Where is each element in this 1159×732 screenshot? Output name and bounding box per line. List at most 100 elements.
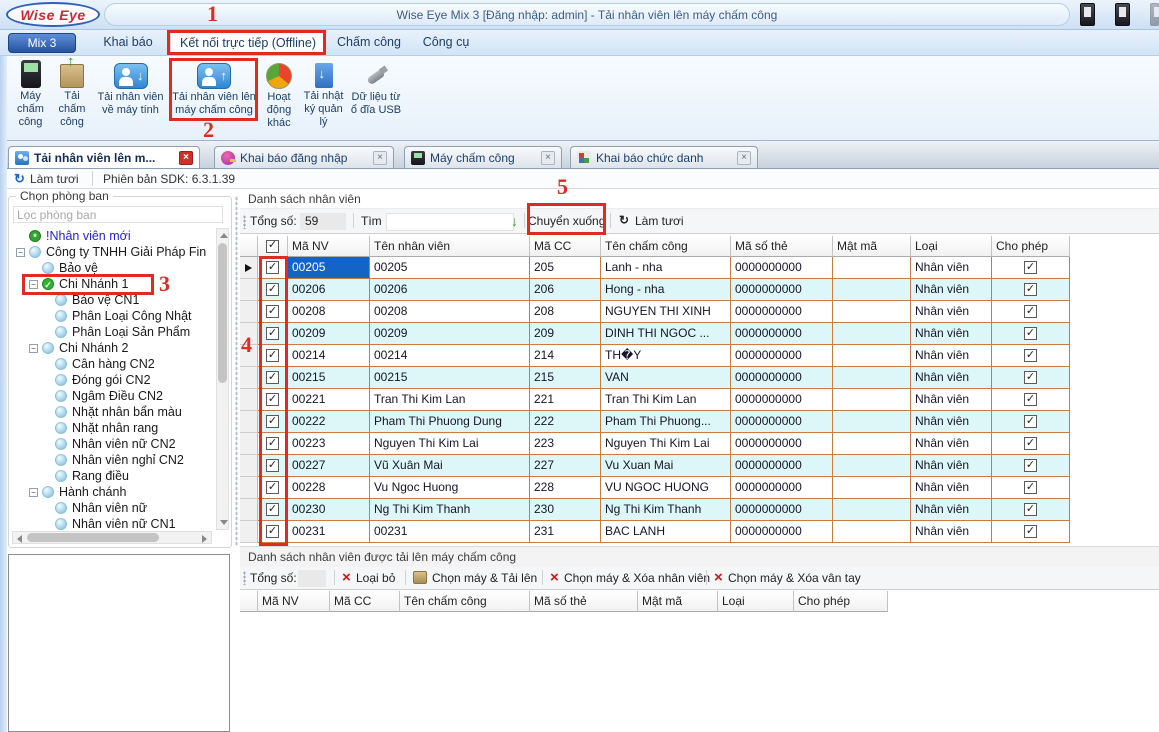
cell-ma_nv[interactable]: 00228 <box>288 477 370 499</box>
cell-ma_so_the[interactable]: 0000000000 <box>731 389 833 411</box>
cell-ten_nhan_vien[interactable]: Vu Ngoc Huong <box>370 477 530 499</box>
toolbar-grip[interactable] <box>243 215 246 229</box>
cell-loai[interactable]: Nhân viên <box>911 301 992 323</box>
cell-ma_nv[interactable]: 00208 <box>288 301 370 323</box>
cell-ten_nhan_vien[interactable]: Vũ Xuân Mai <box>370 455 530 477</box>
scroll-right-icon[interactable] <box>202 535 207 543</box>
cell-ma_so_the[interactable]: 0000000000 <box>731 477 833 499</box>
cell-loai[interactable]: Nhân viên <box>911 499 992 521</box>
cell-ten_cham_cong[interactable]: Hong - nha <box>601 279 731 301</box>
cell-ma_so_the[interactable]: 0000000000 <box>731 323 833 345</box>
cell-ma_cc[interactable]: 227 <box>530 455 601 477</box>
tree-item[interactable]: −Hành chánh <box>12 484 214 500</box>
column-header[interactable]: Loại <box>911 236 992 257</box>
cell-cho-phep[interactable] <box>992 411 1070 433</box>
cell-ma_cc[interactable]: 206 <box>530 279 601 301</box>
cell-mat_ma[interactable] <box>833 455 911 477</box>
cell-ma_nv[interactable]: 00223 <box>288 433 370 455</box>
cell-loai[interactable]: Nhân viên <box>911 257 992 279</box>
cell-ma_so_the[interactable]: 0000000000 <box>731 411 833 433</box>
cell-mat_ma[interactable] <box>833 279 911 301</box>
cell-ten_nhan_vien[interactable]: 00206 <box>370 279 530 301</box>
cell-ten_nhan_vien[interactable]: Ng Thi Kim Thanh <box>370 499 530 521</box>
cell-ten_nhan_vien[interactable]: Pham Thi Phuong Dung <box>370 411 530 433</box>
cell-mat_ma[interactable] <box>833 433 911 455</box>
cell-cho-phep[interactable] <box>992 389 1070 411</box>
cell-ten_cham_cong[interactable]: VAN <box>601 367 731 389</box>
cell-ma_nv[interactable]: 00222 <box>288 411 370 433</box>
table-row[interactable]: 0020900209209DINH THI NGOC ...0000000000… <box>240 323 1070 345</box>
column-header[interactable]: Tên chấm công <box>400 591 530 612</box>
tree-item[interactable]: Đóng gói CN2 <box>12 372 214 388</box>
tree-collapse-icon[interactable]: − <box>29 488 38 497</box>
cell-ma_cc[interactable]: 230 <box>530 499 601 521</box>
tree-item[interactable]: Cân hàng CN2 <box>12 356 214 372</box>
cell-ten_nhan_vien[interactable]: Tran Thi Kim Lan <box>370 389 530 411</box>
cell-ten_nhan_vien[interactable]: 00214 <box>370 345 530 367</box>
tree-item[interactable]: Nhân viên nữ CN2 <box>12 436 214 452</box>
cell-loai[interactable]: Nhân viên <box>911 367 992 389</box>
table-row[interactable]: 00221Tran Thi Kim Lan221Tran Thi Kim Lan… <box>240 389 1070 411</box>
cell-mat_ma[interactable] <box>833 323 911 345</box>
cell-ma_cc[interactable]: 205 <box>530 257 601 279</box>
cell-ten_nhan_vien[interactable]: 00205 <box>370 257 530 279</box>
table-row[interactable]: 00222Pham Thi Phuong Dung222Pham Thi Phu… <box>240 411 1070 433</box>
table-row[interactable]: 0023100231231BAC LANH0000000000Nhân viên <box>240 521 1070 543</box>
ribbon-button-tai-nhan-vien-ve[interactable]: ↓ Tải nhân viên về máy tính <box>94 60 167 117</box>
table-row[interactable]: 0021400214214TH�Y0000000000Nhân viên <box>240 345 1070 367</box>
cell-mat_ma[interactable] <box>833 345 911 367</box>
cell-ten_nhan_vien[interactable]: 00208 <box>370 301 530 323</box>
cell-ma_so_the[interactable]: 0000000000 <box>731 433 833 455</box>
cell-ma_so_the[interactable]: 0000000000 <box>731 499 833 521</box>
cell-ma_cc[interactable]: 215 <box>530 367 601 389</box>
cell-cho-phep[interactable] <box>992 367 1070 389</box>
cell-ma_nv[interactable]: 00214 <box>288 345 370 367</box>
tree-item[interactable]: Rang điều <box>12 468 214 484</box>
delete-fingerprint-button[interactable]: Chọn máy & Xóa vân tay <box>728 571 861 585</box>
checkbox-checked-icon[interactable] <box>1024 437 1037 450</box>
cell-ten_cham_cong[interactable]: DINH THI NGOC ... <box>601 323 731 345</box>
ribbon-button-may-cham-cong[interactable]: Máy chấm công <box>8 60 53 129</box>
cell-ten_cham_cong[interactable]: Tran Thi Kim Lan <box>601 389 731 411</box>
cell-mat_ma[interactable] <box>833 257 911 279</box>
checkbox-checked-icon[interactable] <box>1024 481 1037 494</box>
column-header[interactable]: Mã CC <box>330 591 400 612</box>
cell-loai[interactable]: Nhân viên <box>911 411 992 433</box>
cell-cho-phep[interactable] <box>992 521 1070 543</box>
app-menu-button[interactable]: Mix 3 <box>8 33 76 53</box>
cell-loai[interactable]: Nhân viên <box>911 521 992 543</box>
cell-ten_cham_cong[interactable]: Vu Xuan Mai <box>601 455 731 477</box>
tree-collapse-icon[interactable]: − <box>29 344 38 353</box>
cell-ma_cc[interactable]: 223 <box>530 433 601 455</box>
cell-ma_nv[interactable]: 00231 <box>288 521 370 543</box>
ribbon-button-hoat-dong-khac[interactable]: Hoạt động khác <box>260 60 298 130</box>
table-row[interactable]: 00223Nguyen Thi Kim Lai223Nguyen Thi Kim… <box>240 433 1070 455</box>
tree-item[interactable]: Nhân viên nghỉ CN2 <box>12 452 214 468</box>
cell-ma_nv[interactable]: 00230 <box>288 499 370 521</box>
cell-mat_ma[interactable] <box>833 411 911 433</box>
tree-item[interactable]: Nhân viên nữ CN1 <box>12 516 214 530</box>
cell-ma_so_the[interactable]: 0000000000 <box>731 455 833 477</box>
cell-ma_nv[interactable]: 00209 <box>288 323 370 345</box>
scroll-up-icon[interactable] <box>220 233 228 238</box>
ribbon-button-tai-cham-cong[interactable]: Tải chấm công <box>53 60 91 129</box>
table-row[interactable]: 0020800208208NGUYEN THI XINH0000000000Nh… <box>240 301 1070 323</box>
toolbar-grip[interactable] <box>243 571 246 585</box>
cell-cho-phep[interactable] <box>992 279 1070 301</box>
tree-item[interactable]: Nhặt nhân bẩn màu <box>12 404 214 420</box>
column-header[interactable]: Mật mã <box>833 236 911 257</box>
table-row[interactable]: 0020600206206Hong - nha0000000000Nhân vi… <box>240 279 1070 301</box>
cell-loai[interactable]: Nhân viên <box>911 389 992 411</box>
column-header[interactable]: Mã CC <box>530 236 601 257</box>
cell-ten_cham_cong[interactable]: NGUYEN THI XINH <box>601 301 731 323</box>
table-row[interactable]: 00230Ng Thi Kim Thanh230Ng Thi Kim Thanh… <box>240 499 1070 521</box>
cell-ma_so_the[interactable]: 0000000000 <box>731 301 833 323</box>
column-header[interactable]: Tên nhân viên <box>370 236 530 257</box>
cell-mat_ma[interactable] <box>833 389 911 411</box>
tree-vertical-scrollbar[interactable] <box>216 228 229 530</box>
cell-loai[interactable]: Nhân viên <box>911 433 992 455</box>
delete-employee-button[interactable]: Chọn máy & Xóa nhân viên <box>564 571 710 585</box>
column-header[interactable]: Loại <box>718 591 794 612</box>
checkbox-checked-icon[interactable] <box>1024 327 1037 340</box>
close-icon[interactable]: × <box>541 151 555 165</box>
